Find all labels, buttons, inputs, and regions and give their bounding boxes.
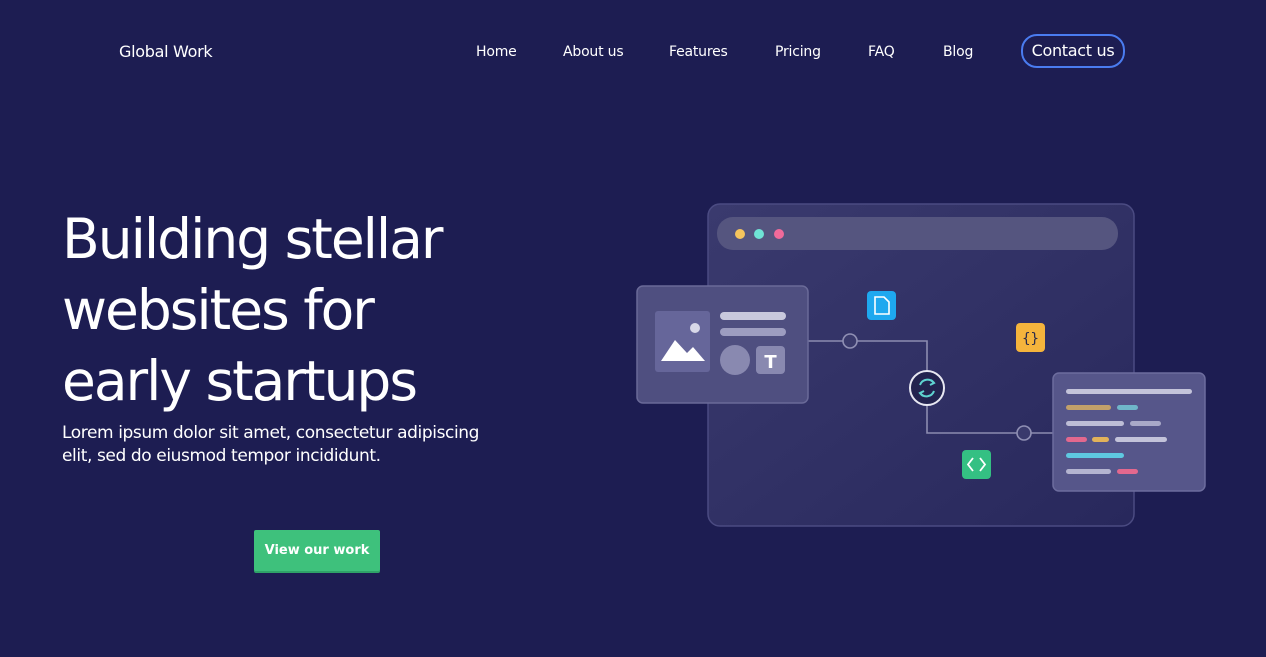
hero-illustration: {} T: [636, 203, 1206, 527]
sync-icon: [909, 370, 945, 406]
hero-title: Building stellar websites for early star…: [62, 204, 444, 417]
text-icon: T: [756, 346, 785, 374]
file-icon: [867, 291, 896, 320]
nav-blog[interactable]: Blog: [943, 44, 973, 60]
hero-title-line: Building stellar: [62, 207, 444, 271]
connector-node: [842, 333, 858, 349]
brand-logo[interactable]: Global Work: [119, 42, 213, 61]
connector-node: [1016, 425, 1032, 441]
code-icon: [962, 450, 991, 479]
nav-features[interactable]: Features: [669, 44, 728, 60]
window-dot-pink: [774, 229, 784, 239]
hero-title-line: websites for: [62, 278, 375, 342]
media-card: T: [636, 285, 809, 404]
braces-icon: {}: [1016, 323, 1045, 352]
hero-subtitle: Lorem ipsum dolor sit amet, consectetur …: [62, 423, 480, 466]
code-card: [1052, 372, 1206, 492]
nav-faq[interactable]: FAQ: [868, 44, 895, 60]
contact-us-button[interactable]: Contact us: [1021, 34, 1125, 68]
nav-about-us[interactable]: About us: [563, 44, 624, 60]
image-icon: [655, 311, 710, 372]
nav-pricing[interactable]: Pricing: [775, 44, 821, 60]
window-dot-yellow: [735, 229, 745, 239]
hero-title-line: early startups: [62, 349, 418, 413]
svg-text:{}: {}: [1022, 331, 1039, 347]
view-our-work-button[interactable]: View our work: [254, 530, 380, 571]
nav-home[interactable]: Home: [476, 44, 517, 60]
window-dot-teal: [754, 229, 764, 239]
svg-text:T: T: [764, 352, 777, 373]
